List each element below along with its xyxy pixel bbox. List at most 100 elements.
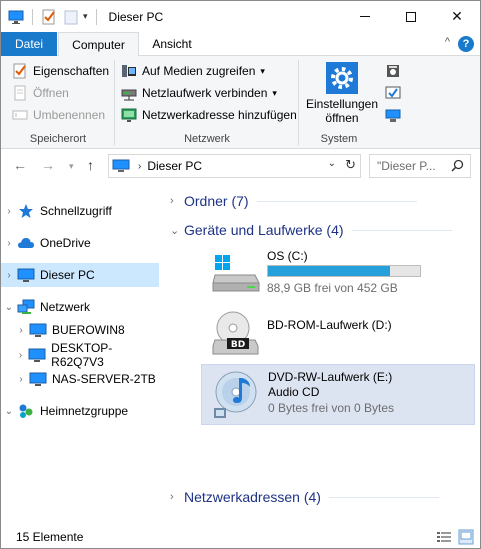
search-icon[interactable] bbox=[451, 159, 464, 175]
oeffnen-button[interactable]: Öffnen bbox=[12, 85, 69, 101]
oeffnen-label: Öffnen bbox=[33, 86, 69, 100]
uninstall-programs-button[interactable] bbox=[385, 63, 401, 79]
network-icon bbox=[17, 299, 35, 315]
drive-usage-bar bbox=[267, 265, 421, 277]
manage-computer-button[interactable] bbox=[385, 107, 401, 123]
chevron-down-icon: ▾ bbox=[272, 87, 277, 98]
drive-dvd-rw-e[interactable]: DVD-RW-Laufwerk (E:) Audio CD 0 Bytes fr… bbox=[201, 364, 475, 425]
cloud-icon bbox=[17, 235, 35, 251]
chevron-down-icon[interactable]: ⌄ bbox=[170, 224, 184, 237]
nav-item-heimnetzgruppe[interactable]: ⌄ Heimnetzgruppe bbox=[1, 399, 159, 423]
group-title: Ordner (7) bbox=[184, 193, 249, 209]
nav-item-dieser-pc[interactable]: › Dieser PC bbox=[1, 263, 159, 287]
group-system: Einstellungen öffnen System bbox=[299, 56, 412, 149]
group-divider bbox=[256, 200, 417, 202]
chevron-right-icon[interactable]: › bbox=[1, 270, 17, 281]
nav-item-buerowin8[interactable]: › BUEROWIN8 bbox=[1, 318, 159, 342]
group-header-netzwerkadressen[interactable]: › Netzwerkadressen (4) bbox=[170, 489, 439, 505]
nav-item-nas-server-2tb[interactable]: › NAS-SERVER-2TB bbox=[1, 367, 159, 391]
explorer-window: ▾ Dieser PC ✕ Datei Computer Ansicht ^ ?… bbox=[0, 0, 481, 549]
window-title: Dieser PC bbox=[108, 9, 164, 24]
einstellungen-button[interactable]: Einstellungen öffnen bbox=[305, 62, 379, 125]
ribbon-panel: Eigenschaften Öffnen Umbenennen Speicher… bbox=[1, 56, 480, 149]
computer-icon bbox=[29, 322, 47, 338]
chevron-right-icon[interactable]: › bbox=[170, 491, 184, 503]
network-drive-icon bbox=[121, 85, 137, 101]
up-arrow-icon[interactable]: ↑ bbox=[87, 157, 94, 173]
quick-access-toolbar: ▾ bbox=[1, 1, 99, 32]
refresh-icon[interactable]: ↻ bbox=[345, 157, 356, 173]
back-arrow-icon[interactable]: ← bbox=[13, 157, 27, 173]
nav-label: Schnellzugriff bbox=[40, 204, 112, 218]
eigenschaften-button[interactable]: Eigenschaften bbox=[12, 63, 109, 79]
chevron-right-icon[interactable]: › bbox=[1, 238, 17, 249]
chevron-right-icon[interactable]: › bbox=[170, 195, 184, 207]
address-bar[interactable]: › Dieser PC ⌄ ↻ bbox=[108, 154, 361, 178]
group-speicherort: Eigenschaften Öffnen Umbenennen Speicher… bbox=[1, 56, 115, 149]
breadcrumb-chevron-icon[interactable]: › bbox=[138, 161, 141, 172]
group-title: Geräte und Laufwerke (4) bbox=[184, 222, 344, 238]
tab-ansicht[interactable]: Ansicht bbox=[141, 32, 203, 56]
tab-computer[interactable]: Computer bbox=[58, 32, 139, 57]
netzwerkadresse-label: Netzwerkadresse hinzufügen bbox=[142, 108, 297, 122]
nav-item-schnellzugriff[interactable]: › Schnellzugriff bbox=[1, 199, 159, 223]
netzlaufwerk-button[interactable]: Netzlaufwerk verbinden ▾ bbox=[121, 85, 277, 101]
eigenschaften-label: Eigenschaften bbox=[33, 64, 110, 78]
nav-label: OneDrive bbox=[40, 236, 91, 250]
umbenennen-button[interactable]: Umbenennen bbox=[12, 107, 105, 123]
customize-dropdown-icon[interactable]: ▾ bbox=[83, 11, 88, 22]
drive-name: OS (C:) bbox=[267, 249, 308, 263]
properties-icon bbox=[12, 63, 28, 79]
recent-locations-icon[interactable]: ▾ bbox=[69, 161, 74, 172]
minimize-button[interactable] bbox=[342, 1, 388, 32]
drive-os-c[interactable]: OS (C:) 88,9 GB frei von 452 GB bbox=[201, 245, 475, 305]
nav-label: BUEROWIN8 bbox=[52, 323, 125, 337]
chevron-down-icon[interactable]: ⌄ bbox=[1, 302, 17, 313]
network-location-icon bbox=[121, 107, 137, 123]
group-header-geraete[interactable]: ⌄ Geräte und Laufwerke (4) bbox=[170, 222, 452, 238]
nav-item-netzwerk[interactable]: ⌄ Netzwerk bbox=[1, 295, 159, 319]
this-pc-icon bbox=[17, 267, 35, 283]
search-input[interactable]: "Dieser P... bbox=[369, 154, 471, 178]
nav-label: Dieser PC bbox=[40, 268, 95, 282]
tab-datei[interactable]: Datei bbox=[1, 32, 57, 56]
properties-icon[interactable] bbox=[41, 9, 57, 25]
chevron-down-icon[interactable]: ⌄ bbox=[1, 406, 17, 417]
group-label-speicherort: Speicherort bbox=[29, 133, 87, 145]
group-header-ordner[interactable]: › Ordner (7) bbox=[170, 193, 417, 209]
maximize-icon bbox=[406, 11, 416, 22]
large-icons-view-icon[interactable] bbox=[458, 529, 474, 545]
toolbar-separator bbox=[32, 8, 33, 25]
close-button[interactable]: ✕ bbox=[434, 1, 480, 32]
nav-label: Netzwerk bbox=[40, 300, 91, 314]
group-label-netzwerk: Netzwerk bbox=[184, 133, 230, 145]
help-icon[interactable]: ? bbox=[458, 36, 474, 52]
nav-item-desktop-r62q7v3[interactable]: › DESKTOP-R62Q7V3 bbox=[1, 341, 159, 369]
details-view-icon[interactable] bbox=[436, 529, 452, 545]
system-properties-button[interactable] bbox=[385, 85, 401, 101]
new-folder-icon[interactable] bbox=[63, 9, 79, 25]
hard-drive-icon bbox=[211, 253, 261, 299]
medien-zugreifen-button[interactable]: Auf Medien zugreifen ▾ bbox=[121, 63, 265, 79]
star-icon bbox=[17, 203, 35, 219]
forward-arrow-icon[interactable]: → bbox=[41, 157, 55, 173]
address-dropdown-icon[interactable]: ⌄ bbox=[328, 158, 336, 169]
drive-name: BD-ROM-Laufwerk (D:) bbox=[267, 318, 392, 332]
navigation-pane: › Schnellzugriff › OneDrive › Dieser PC … bbox=[1, 182, 159, 522]
this-pc-icon[interactable] bbox=[8, 9, 24, 25]
drive-bd-rom-d[interactable]: BD BD-ROM-Laufwerk (D:) bbox=[201, 308, 475, 368]
maximize-button[interactable] bbox=[388, 1, 434, 32]
rename-icon bbox=[12, 107, 28, 123]
netzwerkadresse-button[interactable]: Netzwerkadresse hinzufügen bbox=[121, 107, 297, 123]
toolbar-separator bbox=[95, 8, 97, 25]
chevron-right-icon[interactable]: › bbox=[1, 206, 17, 217]
chevron-right-icon[interactable]: › bbox=[13, 374, 29, 385]
chevron-right-icon[interactable]: › bbox=[13, 350, 28, 361]
breadcrumb-dieser-pc[interactable]: Dieser PC bbox=[147, 159, 202, 173]
nav-item-onedrive[interactable]: › OneDrive bbox=[1, 231, 159, 255]
this-pc-icon bbox=[112, 159, 130, 173]
group-label-system: System bbox=[320, 133, 358, 145]
collapse-ribbon-icon[interactable]: ^ bbox=[445, 36, 450, 48]
chevron-right-icon[interactable]: › bbox=[13, 325, 29, 336]
drive-usage-fill bbox=[268, 266, 390, 276]
